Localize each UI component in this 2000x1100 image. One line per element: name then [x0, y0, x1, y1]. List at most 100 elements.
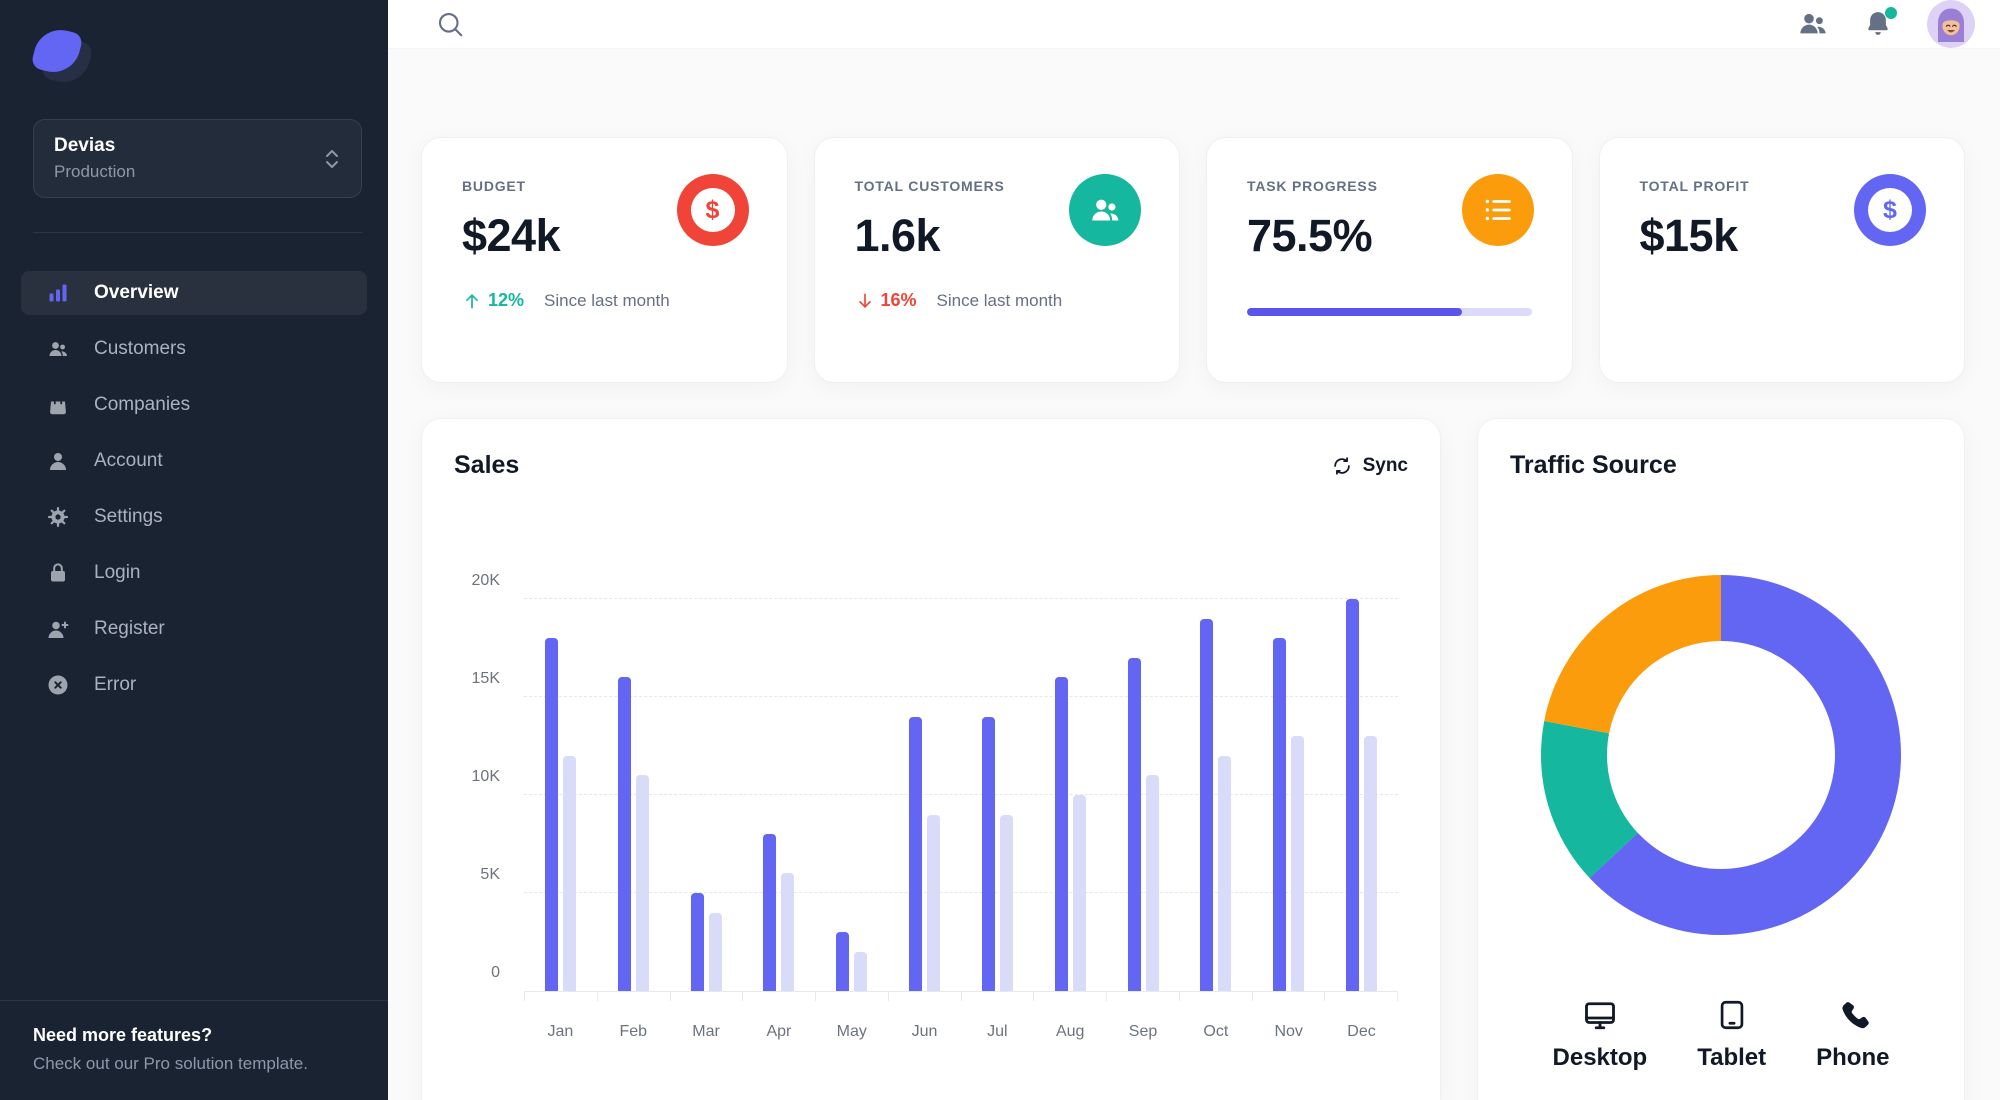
x-axis-label: May: [836, 1023, 867, 1040]
legend-tablet: Tablet: [1697, 996, 1766, 1072]
x-axis-label: Jul: [987, 1023, 1008, 1040]
sidebar: Devias Production Overview Customers Compa…: [0, 0, 388, 1100]
task-progress-card: TASK PROGRESS 75.5%: [1206, 137, 1573, 383]
x-axis-label: Jun: [911, 1023, 938, 1040]
bar-group-dec: [1325, 599, 1398, 991]
bar-secondary: [562, 755, 576, 991]
y-axis-tick: 0: [491, 964, 500, 981]
search-button[interactable]: [435, 9, 465, 39]
dollar-icon: $: [1854, 174, 1926, 246]
bar-primary: [836, 932, 850, 991]
sidebar-item-label: Error: [94, 674, 137, 695]
sidebar-footer: Need more features? Check out our Pro so…: [0, 1000, 388, 1100]
bar-secondary: [1291, 736, 1305, 991]
bar-group-jul: [961, 716, 1034, 991]
desktop-icon: [1582, 996, 1618, 1034]
x-circle-icon: [46, 673, 70, 697]
traffic-source-card: Traffic Source Desktop Tablet Phone: [1477, 418, 1965, 1100]
x-axis-label: Apr: [766, 1023, 792, 1040]
y-axis-tick: 10K: [471, 768, 500, 785]
sales-chart-plot: 0 5K 10K 15K 20K: [472, 572, 1398, 992]
trend-down: 16%: [855, 290, 917, 311]
bar-secondary: [999, 814, 1013, 991]
bar-primary: [1127, 657, 1141, 991]
bar-primary: [1200, 618, 1214, 991]
bar-secondary: [781, 873, 795, 991]
bar-primary: [1346, 599, 1360, 991]
sales-chart-ticks: [524, 992, 1398, 1001]
bar-secondary: [1145, 775, 1159, 991]
user-icon: [46, 449, 70, 473]
sidebar-item-companies[interactable]: Companies: [21, 383, 367, 427]
sidebar-item-label: Companies: [94, 394, 191, 415]
dashboard-content: BUDGET $24k $ 12% Since last month TOTAL…: [388, 49, 2000, 1100]
tablet-icon: [1715, 996, 1749, 1034]
sidebar-item-customers[interactable]: Customers: [21, 327, 367, 371]
sidebar-item-register[interactable]: Register: [21, 607, 367, 651]
sidebar-footer-subtitle[interactable]: Check out our Pro solution template.: [33, 1054, 355, 1074]
sidebar-item-error[interactable]: Error: [21, 663, 367, 707]
notifications-button[interactable]: [1863, 7, 1897, 39]
bar-group-aug: [1034, 677, 1107, 991]
users-icon: [1069, 174, 1141, 246]
bar-secondary: [1364, 736, 1378, 991]
y-axis-tick: 15K: [471, 670, 500, 687]
task-progress-bar: [1247, 308, 1532, 316]
sidebar-item-account[interactable]: Account: [21, 439, 367, 483]
sidebar-item-overview[interactable]: Overview: [21, 271, 367, 315]
bag-icon: [46, 393, 70, 417]
x-axis-label: Nov: [1274, 1023, 1303, 1040]
bar-secondary: [854, 951, 868, 991]
bar-secondary: [927, 814, 941, 991]
sales-chart-xlabels: Jan Feb Mar Apr May Jun Jul Aug Sep Oct Nov Dec: [524, 1023, 1398, 1041]
bar-group-may: [815, 932, 888, 991]
legend-desktop: Desktop: [1553, 996, 1647, 1072]
x-axis-label: Sep: [1128, 1023, 1158, 1040]
bar-secondary: [1072, 795, 1086, 991]
bar-primary: [617, 677, 631, 991]
x-axis-label: Feb: [619, 1023, 648, 1040]
contacts-button[interactable]: [1797, 8, 1829, 40]
workspace-subtitle: Production: [54, 162, 136, 181]
trend-caption: Since last month: [544, 290, 670, 310]
chart-bar-icon: [46, 281, 70, 305]
bar-primary: [1273, 638, 1287, 991]
gear-icon: [46, 505, 70, 529]
users-icon: [46, 337, 70, 361]
x-axis-label: Dec: [1347, 1023, 1376, 1040]
workspace-switcher[interactable]: Devias Production: [33, 119, 362, 198]
avatar[interactable]: [1927, 0, 1975, 48]
bar-primary: [1054, 677, 1068, 991]
sidebar-item-settings[interactable]: Settings: [21, 495, 367, 539]
gridline: [524, 598, 1398, 599]
sidebar-item-label: Overview: [94, 282, 179, 303]
traffic-source-title: Traffic Source: [1510, 451, 1677, 479]
dollar-icon: $: [676, 174, 749, 246]
sidebar-item-label: Login: [94, 562, 141, 583]
sync-icon: [1331, 455, 1353, 477]
trend-up: 12%: [462, 290, 524, 311]
y-axis-tick: 20K: [471, 572, 500, 589]
bar-primary: [909, 716, 923, 991]
list-icon: [1461, 174, 1534, 246]
bar-group-oct: [1179, 618, 1252, 991]
bar-group-mar: [670, 893, 743, 991]
bar-group-feb: [597, 677, 670, 991]
bar-secondary: [708, 912, 722, 991]
sidebar-footer-title: Need more features?: [33, 1025, 213, 1045]
bar-primary: [763, 834, 777, 991]
devias-logo[interactable]: [30, 24, 94, 88]
task-progress-bar-fill: [1247, 308, 1462, 316]
total-customers-card: TOTAL CUSTOMERS 1.6k 16% Since last mont…: [813, 137, 1180, 383]
caret-up-down-icon: [323, 148, 341, 170]
bar-secondary: [1218, 755, 1232, 991]
bar-primary: [981, 716, 995, 991]
y-axis-tick: 5K: [480, 866, 500, 883]
sidebar-item-login[interactable]: Login: [21, 551, 367, 595]
sidebar-item-label: Register: [94, 618, 165, 639]
budget-card: BUDGET $24k $ 12% Since last month: [421, 137, 788, 383]
phone-icon: [1836, 996, 1870, 1034]
sync-button[interactable]: Sync: [1331, 455, 1408, 477]
sidebar-item-label: Account: [94, 450, 163, 471]
traffic-donut-chart: [1541, 575, 1901, 935]
